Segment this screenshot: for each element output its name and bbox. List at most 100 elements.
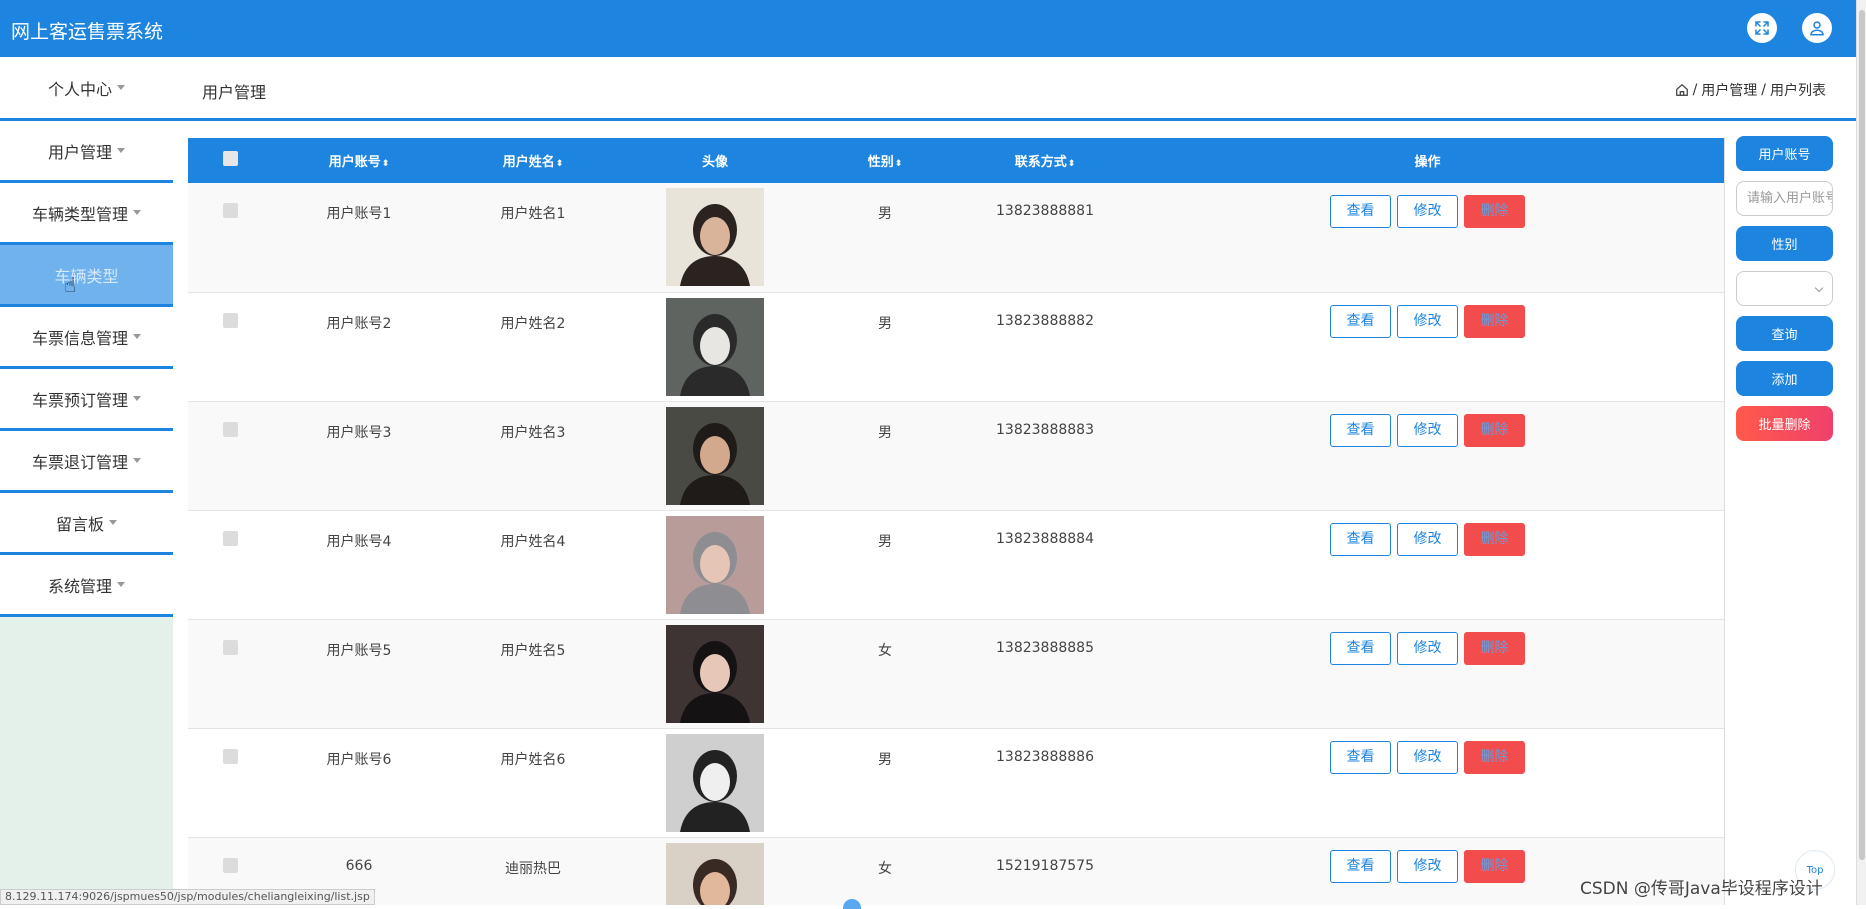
avatar-photo	[666, 297, 764, 396]
view-button[interactable]: 查看	[1330, 522, 1391, 556]
row-checkbox[interactable]	[222, 312, 238, 328]
edit-button[interactable]: 修改	[1397, 413, 1458, 447]
cell-phone: 13823888885	[960, 619, 1130, 729]
row-checkbox[interactable]	[222, 857, 238, 873]
gender-select[interactable]	[1736, 271, 1833, 306]
breadcrumb-level1[interactable]: 用户管理	[1701, 80, 1757, 100]
delete-button[interactable]: 删除	[1464, 740, 1525, 774]
delete-button[interactable]: 删除	[1464, 195, 1525, 228]
view-button[interactable]: 查看	[1330, 413, 1391, 447]
view-button[interactable]: 查看	[1330, 304, 1391, 338]
scrollbar-thumb[interactable]	[1859, 10, 1865, 860]
ops-group: 查看 修改 删除	[1130, 740, 1724, 774]
header-account[interactable]: 用户账号⬍	[272, 138, 446, 183]
sidebar-item-ticket-info[interactable]: 车票信息管理	[0, 307, 173, 369]
table-row[interactable]: 用户账号3 用户姓名3 男 13823888883 查看 修改 删除	[188, 401, 1724, 511]
edit-button[interactable]: 修改	[1397, 740, 1458, 774]
row-checkbox-cell[interactable]	[188, 401, 272, 511]
row-checkbox-cell[interactable]	[188, 728, 272, 838]
row-checkbox[interactable]	[222, 530, 238, 546]
select-all-checkbox[interactable]	[222, 151, 238, 166]
page-scrollbar[interactable]	[1856, 0, 1866, 905]
view-button[interactable]: 查看	[1330, 195, 1391, 228]
hand-cursor-icon: ☝	[64, 273, 77, 297]
ops-group: 查看 修改 删除	[1130, 522, 1724, 556]
row-checkbox[interactable]	[222, 203, 238, 218]
cell-name: 用户姓名2	[446, 292, 620, 402]
sidebar-item-ticket-refund[interactable]: 车票退订管理	[0, 431, 173, 493]
delete-button[interactable]: 删除	[1464, 304, 1525, 338]
header-phone[interactable]: 联系方式⬍	[960, 138, 1130, 183]
row-checkbox[interactable]	[222, 748, 238, 764]
sidebar-item-vehicle-type-management[interactable]: 车辆类型管理	[0, 183, 173, 245]
sort-icon[interactable]: ⬍	[895, 159, 903, 169]
sort-icon[interactable]: ⬍	[556, 159, 564, 169]
row-checkbox[interactable]	[222, 639, 238, 655]
row-checkbox[interactable]	[222, 421, 238, 437]
user-table: 用户账号⬍ 用户姓名⬍ 头像 性别⬍ 联系方式⬍ 操作 用户账号1 用户姓名1 男 1…	[188, 138, 1724, 905]
view-button[interactable]: 查看	[1330, 740, 1391, 774]
chevron-down-icon	[133, 458, 141, 463]
edit-button[interactable]: 修改	[1397, 304, 1458, 338]
watermark: CSDN @传哥Java毕设程序设计	[1580, 879, 1823, 899]
cell-name: 用户姓名5	[446, 619, 620, 729]
delete-button[interactable]: 删除	[1464, 631, 1525, 665]
sidebar-item-ticket-booking[interactable]: 车票预订管理	[0, 369, 173, 431]
top-bar: 网上客运售票系统	[0, 0, 1856, 57]
cell-name: 用户姓名1	[446, 183, 620, 293]
view-button[interactable]: 查看	[1330, 631, 1391, 665]
breadcrumb-level2: 用户列表	[1770, 83, 1826, 99]
edit-button[interactable]: 修改	[1397, 522, 1458, 556]
sort-icon[interactable]: ⬍	[382, 159, 390, 169]
table-row[interactable]: 666 迪丽热巴女 15219187575 查看 修改 删除	[188, 837, 1724, 905]
edit-button[interactable]: 修改	[1397, 849, 1458, 883]
sidebar-item-user-management[interactable]: 用户管理	[0, 121, 173, 183]
header-select-all[interactable]	[188, 138, 272, 183]
edit-button[interactable]: 修改	[1397, 195, 1458, 228]
delete-button[interactable]: 删除	[1464, 849, 1525, 883]
cell-avatar	[620, 837, 810, 905]
table-row[interactable]: 用户账号4 用户姓名4 男 13823888884 查看 修改 删除	[188, 510, 1724, 620]
sort-icon[interactable]: ⬍	[1068, 159, 1076, 169]
row-checkbox-cell[interactable]	[188, 619, 272, 729]
sidebar-subitem-vehicle-type[interactable]: 车辆类型 ☝	[0, 245, 173, 307]
sidebar-item-system-management[interactable]: 系统管理	[0, 555, 173, 617]
header-name[interactable]: 用户姓名⬍	[446, 138, 620, 183]
query-button[interactable]: 查询	[1736, 316, 1833, 351]
add-button[interactable]: 添加	[1736, 361, 1833, 396]
cell-avatar	[620, 510, 810, 620]
cell-phone: 13823888884	[960, 510, 1130, 620]
row-checkbox-cell[interactable]	[188, 183, 272, 293]
header-name-label: 用户姓名	[502, 155, 555, 170]
header-ops: 操作	[1130, 138, 1724, 183]
header-gender[interactable]: 性别⬍	[810, 138, 960, 183]
cell-account: 用户账号3	[272, 401, 446, 511]
table-row[interactable]: 用户账号2 用户姓名2 男 13823888882 查看 修改 删除	[188, 292, 1724, 402]
home-icon[interactable]	[1675, 83, 1689, 97]
sidebar-item-message-board[interactable]: 留言板	[0, 493, 173, 555]
delete-button[interactable]: 删除	[1464, 413, 1525, 447]
account-search-input[interactable]: 请输入用户账号	[1736, 181, 1833, 216]
table-row[interactable]: 用户账号1 用户姓名1 男 13823888881 查看 修改 删除	[188, 183, 1724, 293]
sidebar-item-label: 车辆类型管理	[31, 204, 128, 224]
cell-phone: 13823888881	[960, 183, 1130, 293]
delete-button[interactable]: 删除	[1464, 522, 1525, 556]
status-url: 8.129.11.174:9026/jspmues50/jsp/modules/…	[0, 889, 375, 905]
fullscreen-icon[interactable]	[1747, 13, 1777, 43]
menu-personal-center[interactable]: 个人中心	[0, 57, 173, 118]
user-icon[interactable]	[1802, 13, 1832, 43]
search-panel: 用户账号 请输入用户账号 性别 查询 添加 批量删除	[1736, 136, 1833, 441]
view-button[interactable]: 查看	[1330, 849, 1391, 883]
app-title: 网上客运售票系统	[11, 21, 164, 43]
avatar-photo	[666, 515, 764, 614]
breadcrumb: / 用户管理 / 用户列表	[1675, 80, 1826, 100]
table-row[interactable]: 用户账号5 用户姓名5 女 13823888885 查看 修改 删除	[188, 619, 1724, 729]
chevron-down-icon	[109, 520, 117, 525]
table-row[interactable]: 用户账号6 用户姓名6 男 13823888886 查看 修改 删除	[188, 728, 1724, 838]
row-checkbox-cell[interactable]	[188, 292, 272, 402]
batch-delete-button[interactable]: 批量删除	[1736, 406, 1833, 441]
avatar-photo	[666, 188, 764, 286]
row-checkbox-cell[interactable]	[188, 510, 272, 620]
edit-button[interactable]: 修改	[1397, 631, 1458, 665]
cell-ops: 查看 修改 删除	[1130, 619, 1724, 729]
